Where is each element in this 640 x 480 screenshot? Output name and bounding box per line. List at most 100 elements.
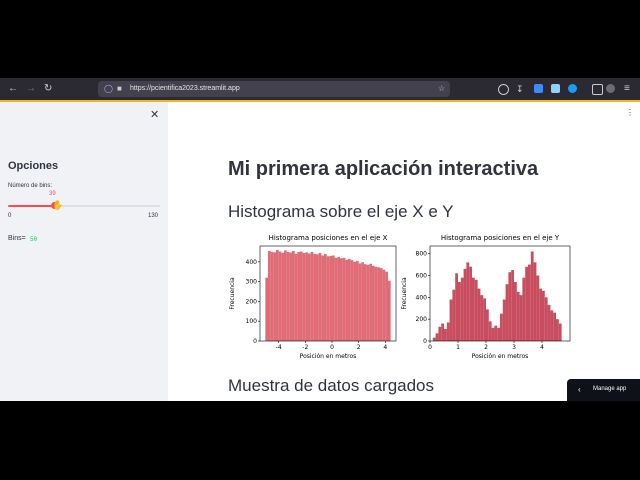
histogram-bar [452,289,456,341]
x-tick-label: 0 [330,344,334,351]
histogram-bar [345,259,348,341]
reload-icon[interactable]: ↻ [44,83,52,95]
histogram-bar [491,327,495,341]
x-tick-label: 4 [540,344,544,351]
url-text[interactable]: https://pcientifica2023.streamlit.app [130,83,240,95]
lock-icon[interactable]: ■ [117,83,122,95]
histogram-bar [525,266,528,341]
histogram-bar [356,260,359,341]
bookmark-star-icon[interactable]: ☆ [438,83,445,95]
histogram-bar [348,258,351,341]
histogram-bar [289,252,292,341]
histogram-bar [281,252,284,341]
histogram-bar [488,321,492,341]
x-tick-label: -2 [302,344,308,351]
histogram-bar [380,268,383,341]
histogram-bar [472,277,475,341]
shield-icon[interactable]: ◯ [104,83,113,95]
slider-fill [8,205,55,207]
histogram-bar [297,251,300,341]
histogram-bar [460,277,464,341]
y-axis-label: Frecuencia [229,277,236,310]
histogram-bar [350,260,354,341]
back-icon[interactable]: ← [8,83,18,95]
slider-value: 39 [49,191,56,197]
y-tick-label: 400 [416,294,428,301]
histogram-bar [455,273,458,341]
downloads-icon[interactable]: ↧ [516,83,524,95]
histogram-bar [340,258,343,341]
histogram-bar [536,275,540,341]
extensions-icon[interactable] [592,84,603,95]
x-tick-label: 0 [428,344,432,351]
browser-toolbar: ← → ↻ ◯ ■ https://pcientifica2023.stream… [0,78,640,100]
histogram-bar [388,280,391,341]
histogram-bar [432,337,436,341]
account-icon[interactable] [606,84,615,93]
x-axis-label: Posición en metros [472,353,529,360]
histogram-bar [449,299,453,341]
extension-d-icon[interactable] [568,84,577,93]
histogram-bar [480,295,484,341]
histogram-bar [284,250,287,341]
x-tick-label: 1 [456,344,460,351]
histogram-bar [522,277,526,341]
histogram-bar [316,254,319,341]
manage-app-button[interactable]: ‹ Manage app [567,379,640,401]
histogram-bar [539,288,542,341]
y-tick-label: 0 [423,338,427,345]
histogram-bar [372,265,375,341]
close-sidebar-icon[interactable]: ✕ [150,108,159,121]
histogram-bar [361,262,364,341]
x-tick-label: 2 [484,344,488,351]
histogram-bar [502,299,506,341]
histogram-bar [305,252,308,341]
histogram-bar [326,256,330,341]
y-tick-label: 100 [246,318,258,325]
forward-icon[interactable]: → [26,83,36,95]
extension-blue-icon[interactable] [534,84,543,93]
subheader-histogram: Histograma sobre el eje X e Y [228,202,454,221]
y-tick-label: 200 [416,316,428,323]
histogram-bar [441,323,444,341]
page-title: Mi primera aplicación interactiva [228,158,539,180]
y-tick-label: 0 [253,338,257,345]
histogram-bar [558,323,562,341]
slider-min: 0 [8,213,12,219]
histogram-bar [276,249,279,341]
histogram-bar [366,264,370,341]
histogram-bar [300,251,303,341]
browser-menu-icon[interactable]: ≡ [624,83,630,95]
histogram-bar [446,322,450,341]
chevron-left-icon: ‹ [578,385,581,394]
histogram-bar [530,251,534,341]
histogram-bar [302,252,306,341]
histogram-bar [508,272,512,341]
bins-label: Bins= [8,235,26,242]
address-bar[interactable]: ◯ ■ https://pcientifica2023.streamlit.ap… [98,81,450,97]
histogram-bar [556,319,559,341]
histogram-bar [273,252,276,341]
y-axis-label: Frecuencia [401,277,408,310]
histogram-bar [528,264,531,341]
histogram-bar [321,255,324,341]
histogram-bar [500,313,503,341]
pocket-icon[interactable] [498,84,509,95]
main-menu-icon[interactable]: ⋮ [626,108,634,117]
y-tick-label: 200 [246,298,258,305]
extension-shield-icon[interactable] [551,84,560,93]
x-tick-label: -4 [276,344,282,351]
histogram-bar [342,257,346,341]
histogram-bar [310,251,314,341]
histogram-bar [463,268,467,341]
histogram-bar [268,250,271,341]
histogram-bar [308,253,311,341]
y-tick-label: 600 [416,272,428,279]
histogram-bar [469,266,472,341]
hand-cursor-icon: ✋ [52,200,64,210]
histogram-bar [438,326,442,341]
histogram-bar [486,309,489,341]
histogram-bar [477,288,481,341]
histogram-bar [324,253,327,341]
histogram-bar [294,253,298,341]
